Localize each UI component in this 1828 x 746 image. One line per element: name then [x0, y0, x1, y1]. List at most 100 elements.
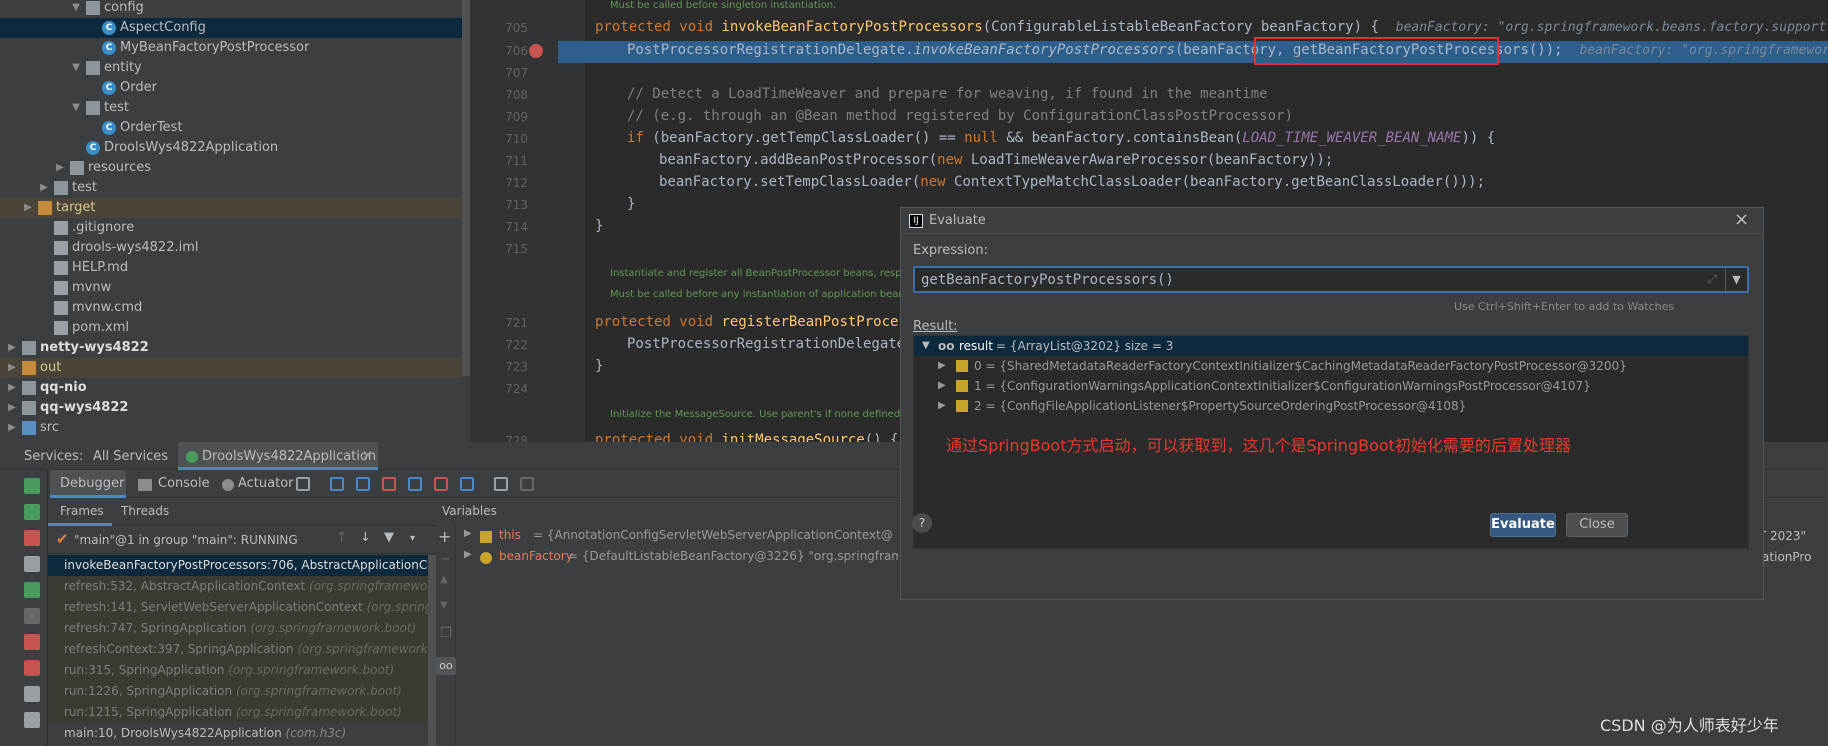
frames-scrollbar[interactable] — [428, 555, 436, 746]
tree-item[interactable]: C OrderTest — [0, 118, 462, 138]
close-button[interactable]: Close — [1566, 513, 1628, 537]
chevron-right-icon[interactable]: ▶ — [38, 178, 50, 198]
rerun-icon[interactable] — [24, 478, 40, 494]
tree-item[interactable]: ▶ out — [0, 358, 462, 378]
frame-row[interactable]: main:10, DroolsWys4822Application (com.h… — [48, 723, 436, 744]
run-to-cursor-icon[interactable] — [460, 477, 474, 491]
frame-row[interactable]: refresh:141, ServletWebServerApplication… — [48, 597, 436, 618]
chevron-right-icon[interactable]: ▶ — [938, 376, 946, 396]
result-item[interactable]: ▶ 1 = {ConfigurationWarningsApplicationCo… — [914, 376, 1748, 396]
chevron-right-icon[interactable]: ▶ — [6, 338, 18, 358]
chevron-right-icon[interactable]: ▶ — [464, 549, 472, 560]
chevron-right-icon[interactable]: ▶ — [54, 158, 66, 178]
move-down-icon[interactable]: ▼ — [440, 600, 448, 611]
evaluate-icon[interactable] — [520, 477, 534, 491]
chevron-right-icon[interactable]: ▶ — [938, 396, 946, 416]
tree-item[interactable]: C Order — [0, 78, 462, 98]
tree-item[interactable]: ▶ test — [0, 178, 462, 198]
pause-icon[interactable] — [24, 608, 40, 624]
camera-icon[interactable] — [24, 686, 40, 702]
mute-breakpoints-icon[interactable] — [24, 660, 40, 676]
result-item[interactable]: ▶ 2 = {ConfigFileApplicationListener$Prop… — [914, 396, 1748, 416]
tab-actuator[interactable]: Actuator — [238, 476, 294, 491]
all-services-tab[interactable]: All Services — [93, 449, 168, 464]
tree-item[interactable]: ▼ config — [0, 0, 462, 18]
filter-icon[interactable]: ▼ — [384, 530, 394, 545]
close-tab-icon[interactable]: × — [362, 448, 373, 463]
project-scrollbar[interactable] — [462, 0, 470, 376]
tree-item[interactable]: HELP.md — [0, 258, 462, 278]
frame-row[interactable]: run:315, SpringApplication (org.springfr… — [48, 660, 436, 681]
frame-row[interactable]: invokeBeanFactoryPostProcessors:706, Abs… — [48, 555, 436, 576]
more-icon[interactable] — [24, 712, 40, 728]
breakpoint-icon[interactable] — [529, 44, 543, 58]
resume-icon[interactable] — [24, 582, 40, 598]
tree-item[interactable]: ▶ target — [0, 198, 462, 218]
help-button[interactable]: ? — [912, 513, 932, 533]
table-icon[interactable] — [494, 477, 508, 491]
frame-row[interactable]: refreshContext:397, SpringApplication (o… — [48, 639, 436, 660]
chevron-down-icon[interactable]: ▼ — [70, 98, 82, 118]
remove-watch-icon[interactable]: − — [440, 552, 451, 567]
tree-item[interactable]: ▶ qq-wys4822 — [0, 398, 462, 418]
chevron-right-icon[interactable]: ▶ — [938, 356, 946, 376]
frame-row[interactable]: run:1215, SpringApplication (org.springf… — [48, 702, 436, 723]
tree-item[interactable]: C AspectConfig — [0, 18, 462, 38]
evaluate-button[interactable]: Evaluate — [1490, 513, 1556, 537]
step-into-icon[interactable] — [356, 477, 370, 491]
chevron-right-icon[interactable]: ▶ — [6, 418, 18, 438]
chevron-right-icon[interactable]: ▶ — [6, 358, 18, 378]
line-number: 707 — [505, 66, 528, 80]
glasses-icon[interactable]: oo — [436, 657, 456, 675]
spring-icon — [186, 451, 198, 463]
tree-item[interactable]: C DroolsWys4822Application — [0, 138, 462, 158]
result-item[interactable]: ▶ 0 = {SharedMetadataReaderFactoryContext… — [914, 356, 1748, 376]
chevron-down-icon[interactable]: ▼ — [922, 336, 930, 356]
resume-settings-icon[interactable] — [24, 504, 40, 520]
expression-input[interactable]: getBeanFactoryPostProcessors() ⤢ ▼ — [913, 266, 1749, 293]
chevron-right-icon[interactable]: ▶ — [6, 398, 18, 418]
tree-item[interactable]: mvnw.cmd — [0, 298, 462, 318]
add-watch-icon[interactable]: + — [438, 527, 451, 546]
view-breakpoints-icon[interactable] — [24, 634, 40, 650]
result-row[interactable]: ▼ oo result = {ArrayList@3202} size = 3 — [914, 336, 1748, 356]
move-up-icon[interactable]: ▲ — [440, 574, 448, 585]
tree-item[interactable]: ▶ src — [0, 418, 462, 438]
tab-console[interactable]: Console — [158, 476, 210, 491]
chevron-right-icon[interactable]: ▶ — [6, 378, 18, 398]
tree-item[interactable]: C MyBeanFactoryPostProcessor — [0, 38, 462, 58]
line-number: 712 — [505, 176, 528, 190]
chevron-down-icon[interactable]: ▼ — [70, 58, 82, 78]
up-arrow-icon[interactable]: ↑ — [336, 530, 347, 545]
tree-item[interactable]: ▼ test — [0, 98, 462, 118]
wrench-icon[interactable] — [24, 556, 40, 572]
drop-frame-icon[interactable] — [434, 477, 448, 491]
expand-icon[interactable]: ⤢ — [1707, 272, 1717, 287]
copy-icon[interactable]: ❐ — [440, 626, 452, 641]
dialog-close-icon[interactable]: × — [1734, 209, 1749, 230]
history-dropdown-icon[interactable]: ▼ — [1725, 268, 1747, 291]
tree-item[interactable]: drools-wys4822.iml — [0, 238, 462, 258]
chevron-down-icon[interactable]: ▾ — [410, 533, 415, 544]
tree-item[interactable]: .gitignore — [0, 218, 462, 238]
chevron-right-icon[interactable]: ▶ — [464, 528, 472, 539]
frame-row[interactable]: refresh:532, AbstractApplicationContext … — [48, 576, 436, 597]
down-arrow-icon[interactable]: ↓ — [360, 530, 371, 545]
tree-item[interactable]: ▶ qq-nio — [0, 378, 462, 398]
tree-item[interactable]: ▼ entity — [0, 58, 462, 78]
force-step-into-icon[interactable] — [382, 477, 396, 491]
step-out-icon[interactable] — [408, 477, 422, 491]
frame-row[interactable]: refresh:747, SpringApplication (org.spri… — [48, 618, 436, 639]
chevron-right-icon[interactable]: ▶ — [22, 198, 34, 218]
list-icon[interactable] — [296, 477, 310, 491]
stop-icon[interactable] — [24, 530, 40, 546]
step-over-icon[interactable] — [330, 477, 344, 491]
tree-item[interactable]: ▶ netty-wys4822 — [0, 338, 462, 358]
tree-item[interactable]: mvnw — [0, 278, 462, 298]
tree-item[interactable]: pom.xml — [0, 318, 462, 338]
chevron-down-icon[interactable]: ▼ — [70, 0, 82, 18]
code-line-711: beanFactory.addBeanPostProcessor(new Loa… — [659, 152, 1334, 168]
tree-item[interactable]: ▶ resources — [0, 158, 462, 178]
tab-threads[interactable]: Threads — [121, 504, 169, 518]
frame-row[interactable]: run:1226, SpringApplication (org.springf… — [48, 681, 436, 702]
